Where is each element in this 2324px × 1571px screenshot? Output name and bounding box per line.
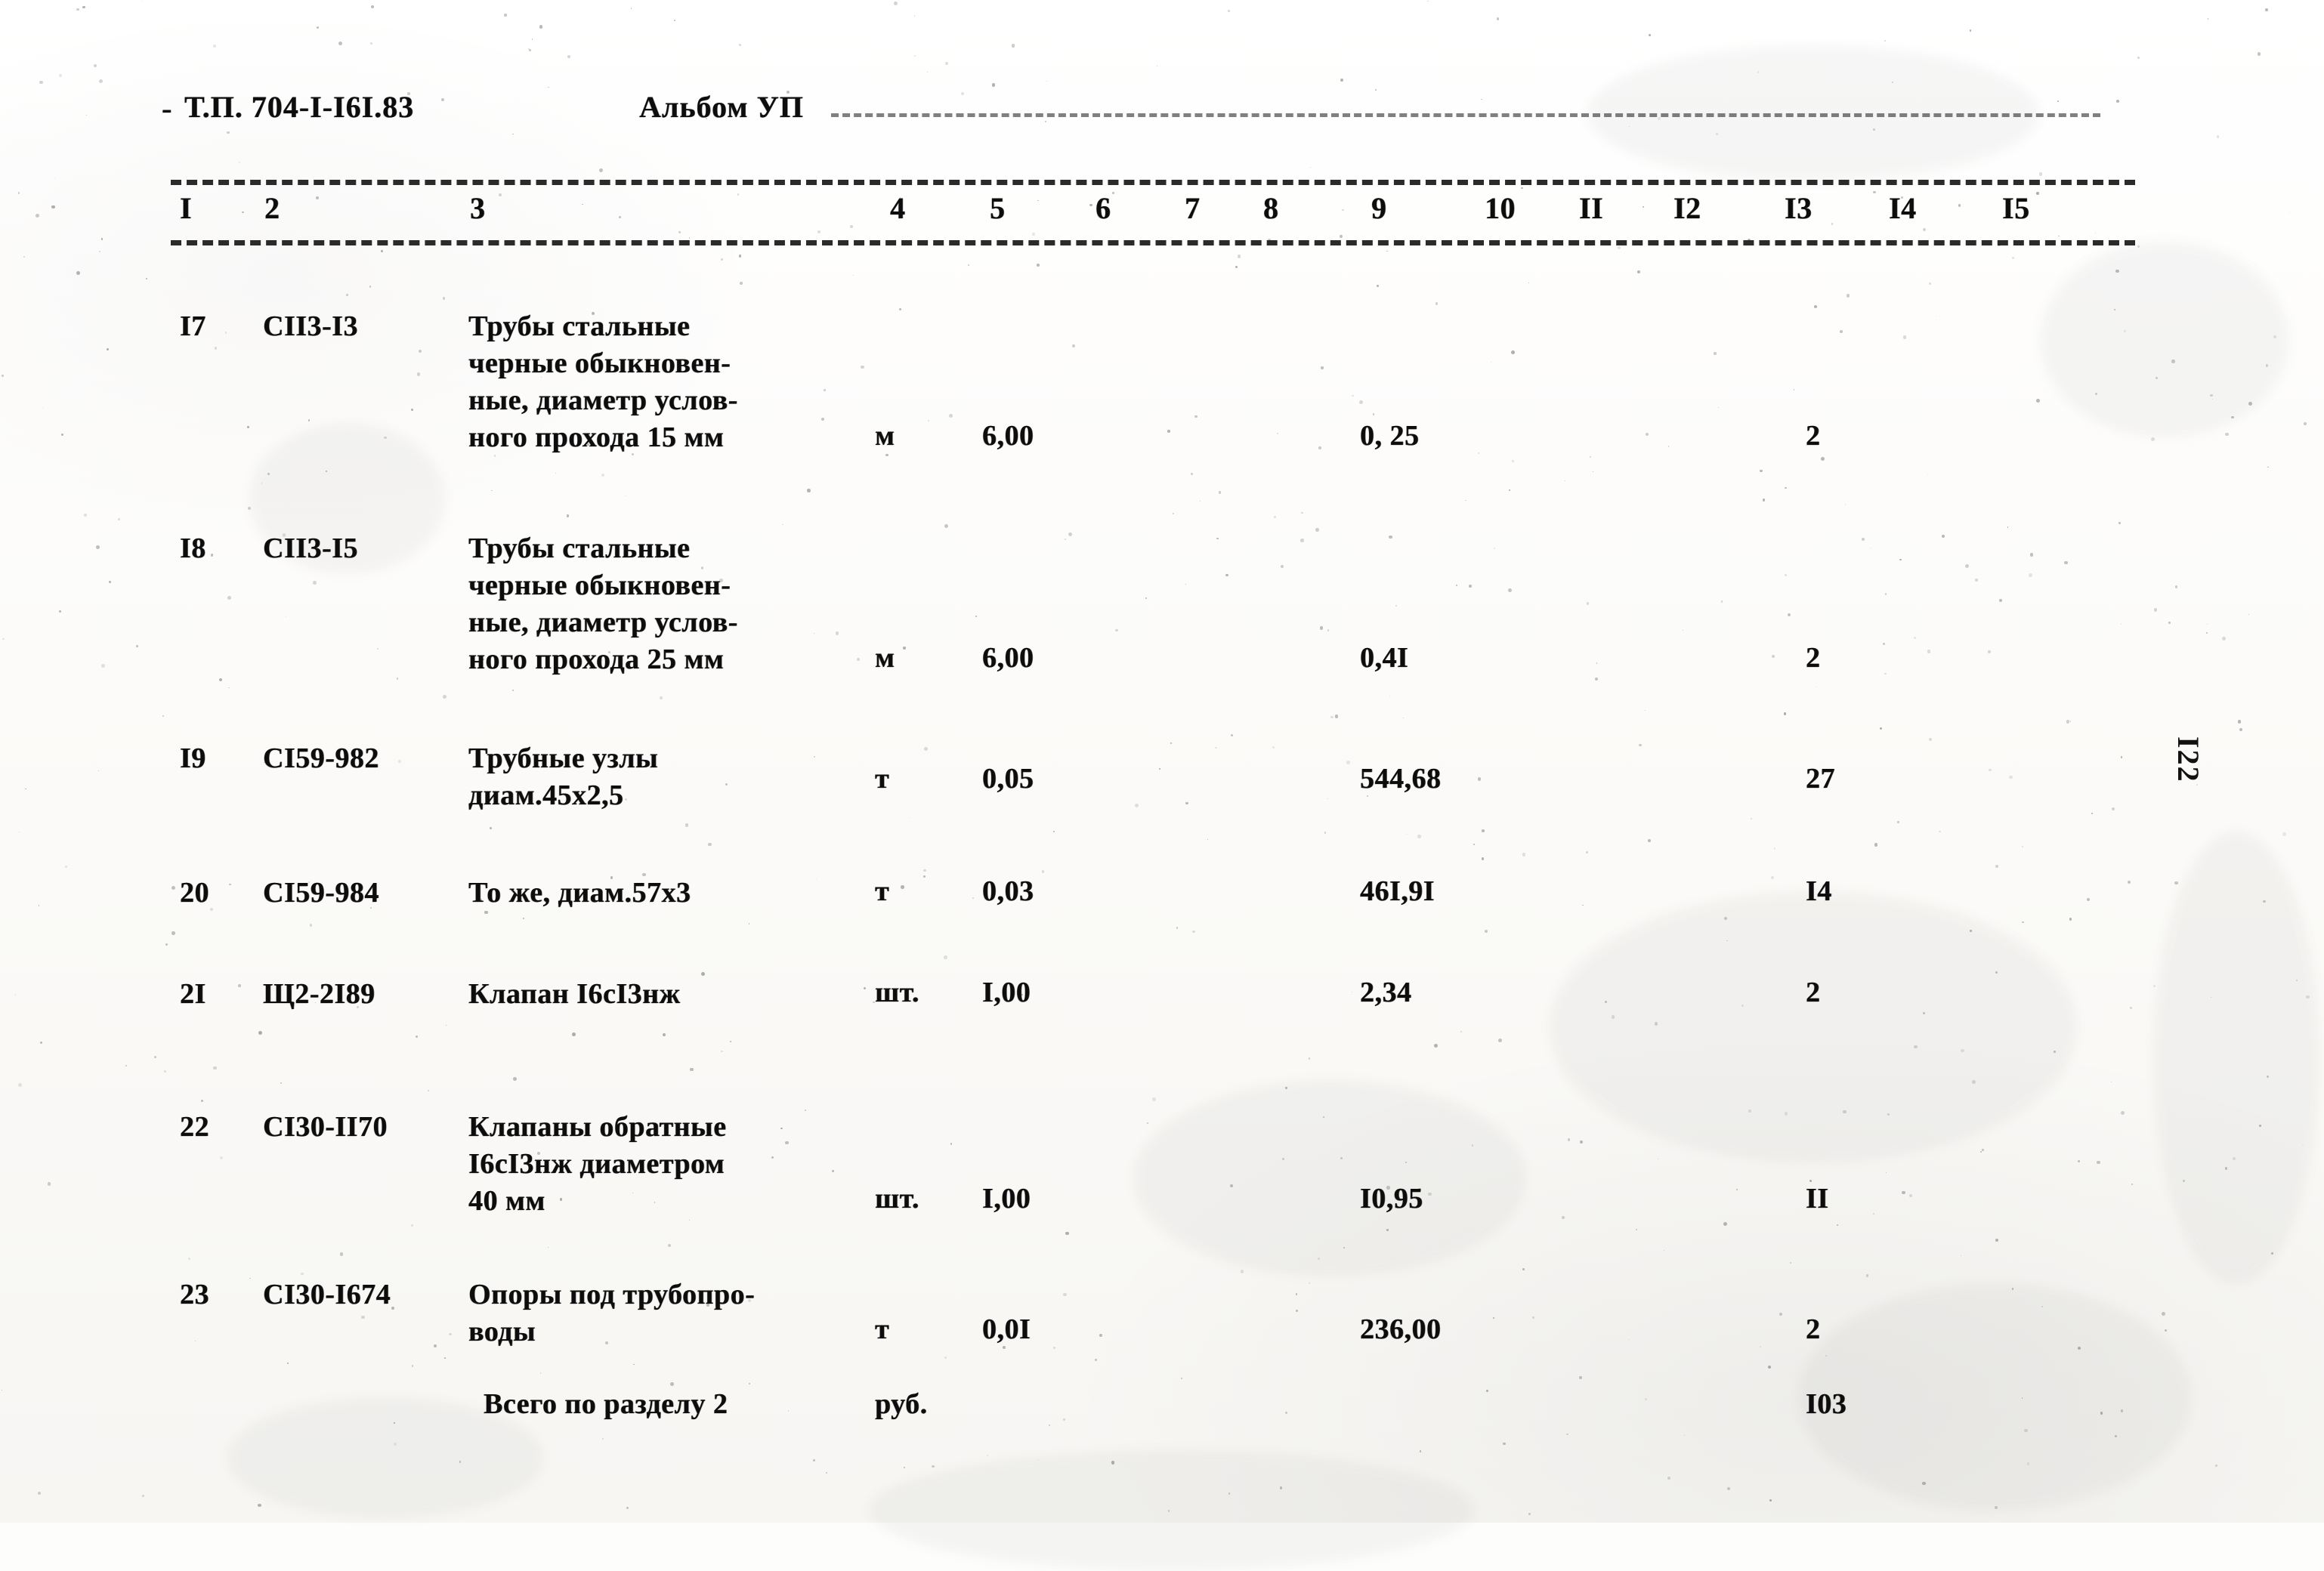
- row-unit-I8: м: [875, 642, 895, 674]
- project-code: Т.П. 704-I-I6I.83: [184, 90, 415, 124]
- row-number-23: 23: [180, 1279, 209, 1310]
- row-code-I8: СII3-I5: [263, 532, 358, 564]
- row-code-23: СI30-I674: [263, 1279, 391, 1310]
- row-qty-23: 0,0I: [982, 1313, 1031, 1345]
- row-price-22: I0,95: [1360, 1183, 1423, 1215]
- row-total-I8: 2: [1806, 642, 1821, 674]
- summary-total: I03: [1806, 1388, 1847, 1420]
- row-description-2I-line-1: Клапан I6сI3нж: [468, 978, 681, 1010]
- row-price-2I: 2,34: [1360, 977, 1412, 1008]
- row-number-20: 20: [180, 877, 209, 909]
- row-qty-2I: I,00: [982, 977, 1031, 1008]
- row-price-23: 236,00: [1360, 1313, 1442, 1345]
- column-number-3: 3: [470, 191, 486, 225]
- row-unit-20: т: [875, 875, 890, 907]
- row-unit-I7: м: [875, 420, 895, 452]
- row-description-I7-line-1: Трубы стальные: [468, 310, 691, 342]
- row-description-23-line-2: воды: [468, 1316, 536, 1347]
- row-number-I7: I7: [180, 310, 206, 342]
- column-number-8: 8: [1263, 191, 1279, 225]
- row-description-I9-line-2: диам.45х2,5: [468, 779, 624, 811]
- row-number-22: 22: [180, 1111, 209, 1143]
- table-top-rule: [171, 180, 2135, 185]
- document-body: - Т.П. 704-I-I6I.83 Альбом УП I234567891…: [0, 0, 2324, 1523]
- header-dashed-rule: [831, 113, 2100, 117]
- column-number-4: 4: [890, 191, 906, 225]
- column-number-9: 9: [1371, 191, 1387, 225]
- row-description-I7-line-3: ные, диаметр услов-: [468, 384, 738, 416]
- row-description-22-line-2: I6сI3нж диаметром: [468, 1148, 725, 1180]
- summary-label: Всего по разделу 2: [484, 1388, 728, 1420]
- row-number-I9: I9: [180, 742, 206, 774]
- row-price-I8: 0,4I: [1360, 642, 1409, 674]
- page-number: I22: [2171, 736, 2205, 783]
- row-qty-20: 0,03: [982, 875, 1034, 907]
- row-total-23: 2: [1806, 1313, 1821, 1345]
- row-price-I7: 0, 25: [1360, 420, 1420, 452]
- row-qty-I7: 6,00: [982, 420, 1034, 452]
- row-total-22: II: [1806, 1183, 1829, 1215]
- row-number-I8: I8: [180, 532, 206, 564]
- column-number-6: 6: [1096, 191, 1111, 225]
- row-total-I7: 2: [1806, 420, 1821, 452]
- summary-unit: руб.: [875, 1388, 928, 1420]
- column-number-2: 2: [264, 191, 280, 225]
- row-code-I7: СII3-I3: [263, 310, 358, 342]
- row-total-I9: 27: [1806, 763, 1835, 795]
- row-description-22-line-3: 40 мм: [468, 1185, 545, 1217]
- column-number-5: 5: [990, 191, 1006, 225]
- row-description-23-line-1: Опоры под трубопро-: [468, 1279, 756, 1310]
- row-code-20: СI59-984: [263, 877, 379, 909]
- column-number-I2: I2: [1673, 191, 1701, 225]
- column-number-I4: I4: [1889, 191, 1917, 225]
- column-number-I5: I5: [2002, 191, 2030, 225]
- row-description-I7-line-4: ного прохода 15 мм: [468, 421, 725, 453]
- row-description-I8-line-4: ного прохода 25 мм: [468, 644, 725, 675]
- row-code-22: СI30-II70: [263, 1111, 388, 1143]
- row-total-2I: 2: [1806, 977, 1821, 1008]
- row-description-I9-line-1: Трубные узлы: [468, 742, 659, 774]
- row-code-2I: Щ2-2I89: [263, 978, 375, 1010]
- row-total-20: I4: [1806, 875, 1832, 907]
- row-qty-22: I,00: [982, 1183, 1031, 1215]
- row-unit-I9: т: [875, 763, 890, 795]
- row-description-I8-line-2: черные обыкновен-: [468, 569, 731, 601]
- row-unit-2I: шт.: [875, 977, 919, 1008]
- column-number-II: II: [1579, 191, 1604, 225]
- table-header-rule: [171, 240, 2135, 245]
- row-description-I7-line-2: черные обыкновен-: [468, 347, 731, 379]
- row-description-20-line-1: То же, диам.57х3: [468, 877, 691, 909]
- row-price-20: 46I,9I: [1360, 875, 1436, 907]
- album-label: Альбом УП: [639, 90, 804, 124]
- row-unit-23: т: [875, 1313, 890, 1345]
- row-code-I9: СI59-982: [263, 742, 379, 774]
- column-number-I: I: [180, 191, 193, 225]
- column-number-I3: I3: [1785, 191, 1813, 225]
- header-leading-dash: -: [162, 91, 173, 125]
- column-number-7: 7: [1185, 191, 1201, 225]
- row-qty-I9: 0,05: [982, 763, 1034, 795]
- column-number-10: 10: [1485, 191, 1516, 225]
- row-description-I8-line-3: ные, диаметр услов-: [468, 606, 738, 638]
- row-description-I8-line-1: Трубы стальные: [468, 532, 691, 564]
- row-unit-22: шт.: [875, 1183, 919, 1215]
- row-number-2I: 2I: [180, 978, 206, 1010]
- row-qty-I8: 6,00: [982, 642, 1034, 674]
- row-price-I9: 544,68: [1360, 763, 1442, 795]
- row-description-22-line-1: Клапаны обратные: [468, 1111, 727, 1143]
